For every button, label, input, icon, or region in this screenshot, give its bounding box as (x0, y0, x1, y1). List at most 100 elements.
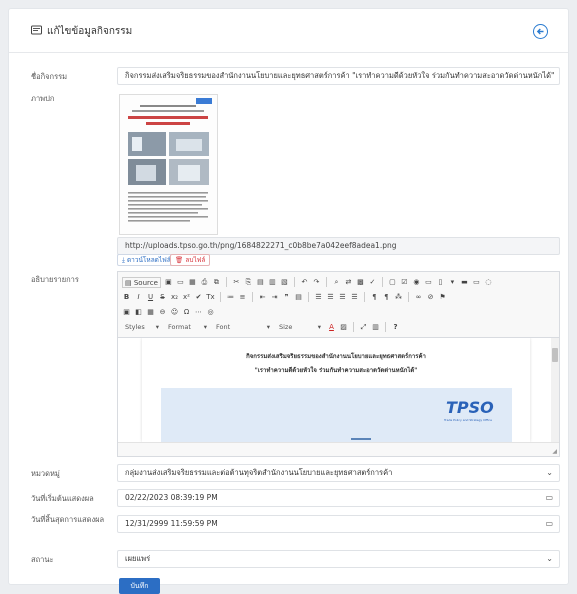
show-blocks-icon[interactable]: ▥ (371, 322, 380, 333)
select-icon[interactable]: ▾ (448, 277, 457, 288)
align-right-icon[interactable]: ☰ (338, 292, 347, 303)
activity-name-input[interactable]: กิจกรรมส่งเสริมจริยธรรมของสำนักงานนโยบาย… (117, 67, 560, 85)
blockquote-icon[interactable]: ❞ (282, 292, 291, 303)
source-label: Source (133, 278, 158, 287)
source-icon: ▤ (125, 278, 132, 287)
image-icon[interactable]: ▣ (122, 307, 131, 318)
italic-icon[interactable]: I (134, 292, 143, 303)
textarea-icon[interactable]: ▯ (436, 277, 445, 288)
delete-file-label: ลบไฟล์ (185, 256, 206, 264)
paste-word-icon[interactable]: ▧ (280, 277, 289, 288)
styles-dropdown[interactable]: Styles ▾ (122, 321, 162, 333)
toolbar-row-2: B I U S x₂ x² ✔ Tx ≔ ≡ ⇤ ⇥ ❞ ▤ ☰ ☰ ☰ ☰ ¶… (122, 290, 447, 304)
div-icon[interactable]: ▤ (294, 292, 303, 303)
smiley-icon[interactable]: ☺ (170, 307, 179, 318)
source-button[interactable]: ▤ Source (122, 276, 161, 288)
chevron-down-icon: ⌄ (546, 554, 553, 563)
size-dropdown[interactable]: Size ▾ (276, 321, 324, 333)
image-button-icon[interactable]: ▭ (472, 277, 481, 288)
download-file-label: ดาวน์โหลดไฟล์ (126, 256, 171, 264)
subscript-icon[interactable]: x₂ (170, 292, 179, 303)
trash-icon: 🗑 (175, 256, 184, 264)
superscript-icon[interactable]: x² (182, 292, 191, 303)
status-select[interactable]: เผยแพร่ ⌄ (117, 550, 560, 568)
editor-scrollbar[interactable] (551, 338, 559, 442)
ltr-icon[interactable]: ¶ (370, 292, 379, 303)
paste-icon[interactable]: ▤ (256, 277, 265, 288)
special-char-icon[interactable]: Ω (182, 307, 191, 318)
page-title-text: แก้ไขข้อมูลกิจกรรม (47, 26, 133, 37)
numbered-list-icon[interactable]: ≔ (226, 292, 235, 303)
calendar-icon[interactable]: ▭ (545, 516, 553, 532)
help-button[interactable]: ? (391, 322, 400, 333)
text-color-icon[interactable]: A (327, 322, 336, 333)
toolbar-row-4: Styles ▾ Format ▾ Font ▾ Size ▾ A ▨ ⤢ ▥ … (122, 320, 400, 334)
size-label: Size (279, 323, 293, 331)
rich-text-editor[interactable]: ▤ Source ▣ ▭ ▦ ⎙ ⧉ ✂ ⎘ ▤ ▥ ▧ ↶ ↷ ⌕ ⇄ ▩ ✓… (117, 271, 560, 457)
flash-icon[interactable]: ◧ (134, 307, 143, 318)
bg-color-icon[interactable]: ▨ (339, 322, 348, 333)
editor-content-area[interactable]: กิจกรรมส่งเสริมจริยธรรมของสำนักงานนโยบาย… (118, 338, 551, 442)
align-center-icon[interactable]: ☰ (326, 292, 335, 303)
print-icon[interactable]: ⎙ (200, 277, 209, 288)
spellcheck-icon[interactable]: ✓ (368, 277, 377, 288)
calendar-icon[interactable]: ▭ (545, 490, 553, 506)
toolbar-row-3: ▣ ◧ ▦ ⊖ ☺ Ω ⋯ ◎ (122, 305, 215, 319)
font-dropdown[interactable]: Font ▾ (213, 321, 273, 333)
link-icon[interactable]: ∞ (414, 292, 423, 303)
download-file-button[interactable]: ⤓ ดาวน์โหลดไฟล์ (117, 254, 176, 266)
resize-handle-icon[interactable]: ◢ (552, 448, 557, 455)
strike-icon[interactable]: S (158, 292, 167, 303)
download-icon: ⤓ (122, 256, 125, 264)
start-date-input[interactable]: 02/22/2023 08:39:19 PM ▭ (117, 489, 560, 507)
select-all-icon[interactable]: ▩ (356, 277, 365, 288)
unlink-icon[interactable]: ⊘ (426, 292, 435, 303)
format-dropdown[interactable]: Format ▾ (165, 321, 210, 333)
redo-icon[interactable]: ↷ (312, 277, 321, 288)
button-icon[interactable]: ▬ (460, 277, 469, 288)
textfield-icon[interactable]: ▭ (424, 277, 433, 288)
table-icon[interactable]: ▦ (146, 307, 155, 318)
remove-format-icon[interactable]: Tx (206, 292, 215, 303)
chevron-down-icon: ▾ (155, 323, 159, 331)
checkbox-icon[interactable]: ☑ (400, 277, 409, 288)
hidden-field-icon[interactable]: ◌ (484, 277, 493, 288)
end-date-label: วันที่สิ้นสุดการแสดงผล (31, 515, 105, 524)
delete-file-button[interactable]: 🗑 ลบไฟล์ (170, 254, 211, 266)
copy-format-icon[interactable]: ✔ (194, 292, 203, 303)
description-label: อธิบายรายการ (31, 275, 79, 284)
back-button[interactable] (533, 24, 548, 39)
replace-icon[interactable]: ⇄ (344, 277, 353, 288)
bulleted-list-icon[interactable]: ≡ (238, 292, 247, 303)
template-icon[interactable]: ⧉ (212, 277, 221, 288)
rtl-icon[interactable]: ¶ (382, 292, 391, 303)
indent-icon[interactable]: ⇥ (270, 292, 279, 303)
preview-icon[interactable]: ▦ (188, 277, 197, 288)
save-icon[interactable]: ▣ (164, 277, 173, 288)
form-icon[interactable]: ▢ (388, 277, 397, 288)
save-button[interactable]: บันทึก (119, 578, 160, 594)
undo-icon[interactable]: ↶ (300, 277, 309, 288)
horizontal-line-icon[interactable]: ⊖ (158, 307, 167, 318)
bold-icon[interactable]: B (122, 292, 131, 303)
underline-icon[interactable]: U (146, 292, 155, 303)
end-date-input[interactable]: 12/31/2999 11:59:59 PM ▭ (117, 515, 560, 533)
find-icon[interactable]: ⌕ (332, 277, 341, 288)
copy-icon[interactable]: ⎘ (244, 277, 253, 288)
iframe-icon[interactable]: ◎ (206, 307, 215, 318)
page-break-icon[interactable]: ⋯ (194, 307, 203, 318)
outdent-icon[interactable]: ⇤ (258, 292, 267, 303)
edit-activity-card: แก้ไขข้อมูลกิจกรรม ชื่อกิจกรรม กิจกรรมส่… (8, 8, 569, 594)
justify-icon[interactable]: ☰ (350, 292, 359, 303)
align-left-icon[interactable]: ☰ (314, 292, 323, 303)
cover-image-label: ภาพปก (31, 94, 55, 103)
category-select[interactable]: กลุ่มงานส่งเสริมจริยธรรมและต่อต้านทุจริต… (117, 464, 560, 482)
arrow-left-icon (536, 28, 544, 35)
new-page-icon[interactable]: ▭ (176, 277, 185, 288)
maximize-icon[interactable]: ⤢ (359, 322, 368, 333)
anchor-icon[interactable]: ⚑ (438, 292, 447, 303)
language-icon[interactable]: ⁂ (394, 292, 403, 303)
cut-icon[interactable]: ✂ (232, 277, 241, 288)
radio-icon[interactable]: ◉ (412, 277, 421, 288)
paste-text-icon[interactable]: ▥ (268, 277, 277, 288)
